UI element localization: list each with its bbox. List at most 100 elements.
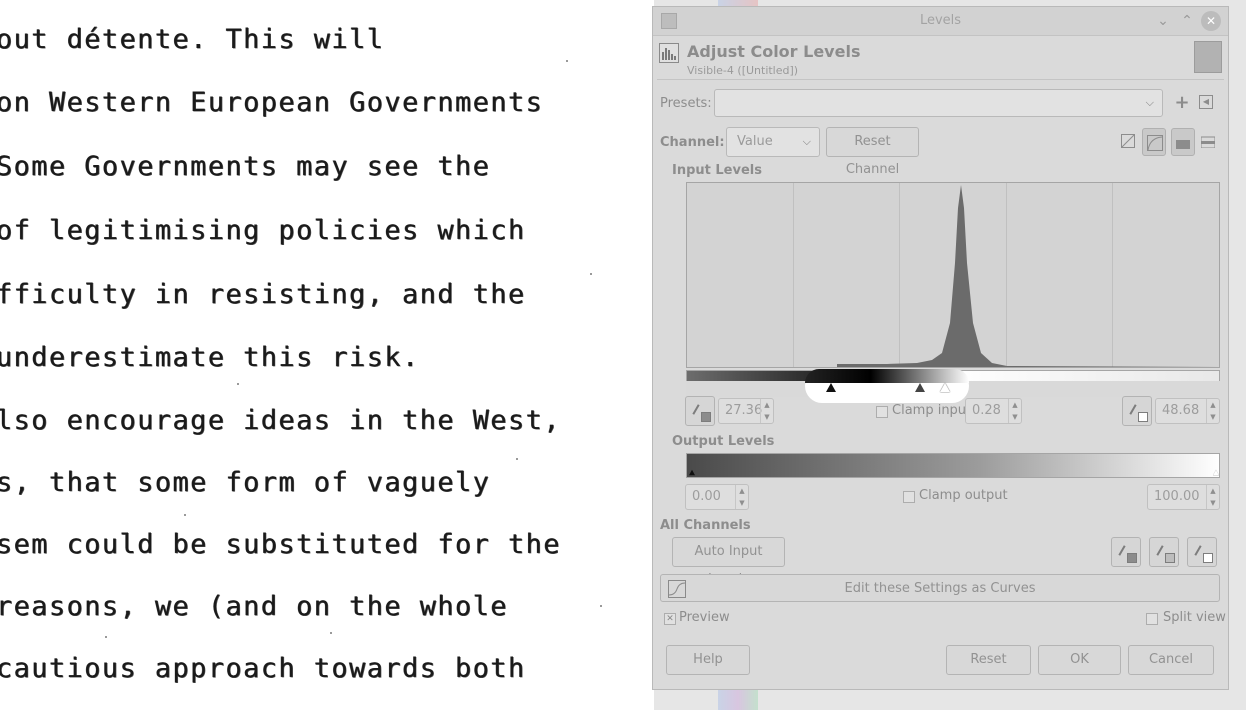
output-low-spinner[interactable]: 0.00 ▲ ▼ <box>685 484 749 510</box>
document-line: cautious approach towards both <box>0 653 526 684</box>
clamp-output-label: Clamp output <box>919 488 1008 503</box>
document-line: s, that some form of vaguely <box>0 467 491 498</box>
document-line: lso encourage ideas in the West, <box>0 405 561 436</box>
split-view-label: Split view <box>1163 610 1226 625</box>
input-low-value: 27.36 <box>725 403 763 418</box>
pick-black-point-button[interactable] <box>685 396 715 426</box>
scan-speck <box>330 632 332 634</box>
help-button[interactable]: Help <box>666 645 750 675</box>
scan-speck <box>566 60 568 62</box>
spinner-arrows-icon[interactable]: ▲ ▼ <box>760 399 773 423</box>
black-swatch-icon <box>701 412 711 422</box>
input-high-spinner[interactable]: 48.68 ▲ ▼ <box>1155 398 1220 424</box>
eyedropper-icon <box>1118 545 1126 556</box>
preview-label: Preview <box>679 610 730 625</box>
presets-label: Presets: <box>660 96 712 111</box>
spinner-arrows-icon[interactable]: ▲ ▼ <box>735 485 748 509</box>
ok-button[interactable]: OK <box>1038 645 1121 675</box>
eyedropper-icon <box>1194 545 1202 556</box>
eyedropper-icon <box>1156 545 1164 556</box>
input-gamma-handle[interactable] <box>915 383 925 392</box>
eyedropper-icon <box>692 404 700 415</box>
chevron-down-icon: ⌵ <box>1145 96 1154 109</box>
linear-histogram-icon[interactable] <box>1121 134 1135 148</box>
clamp-input-checkbox[interactable] <box>876 406 888 418</box>
presets-select[interactable]: ⌵ <box>714 89 1163 117</box>
output-gradient <box>686 453 1220 478</box>
input-gamma-value: 0.28 <box>972 403 1001 418</box>
document-line: underestimate this risk. <box>0 342 420 373</box>
cancel-button[interactable]: Cancel <box>1128 645 1214 675</box>
menu-arrow-icon[interactable]: ◀ <box>1199 95 1213 109</box>
divider <box>657 79 1224 80</box>
clamp-output-checkbox[interactable] <box>903 491 915 503</box>
split-view-checkbox[interactable] <box>1146 613 1158 625</box>
layer-preview-thumbnail <box>1194 41 1222 73</box>
channel-label: Channel: <box>660 135 725 150</box>
reset-button[interactable]: Reset <box>946 645 1031 675</box>
spinner-arrows-icon[interactable]: ▲ ▼ <box>1008 399 1021 423</box>
output-low-value: 0.00 <box>692 489 721 504</box>
eyedropper-icon <box>1129 404 1137 415</box>
document-line: reasons, we (and on the whole <box>0 591 509 622</box>
histogram <box>686 182 1220 368</box>
document-line: Some Governments may see the <box>0 151 491 182</box>
chevron-up-icon[interactable]: ⌃ <box>1177 11 1197 31</box>
chevron-down-icon: ⌵ <box>802 135 811 148</box>
channel-value: Value <box>737 134 773 149</box>
spinner-arrows-icon[interactable]: ▲ ▼ <box>1206 399 1219 423</box>
close-icon[interactable]: ✕ <box>1201 11 1221 31</box>
title-bar[interactable]: Levels ⌄ ⌃ ✕ <box>653 7 1228 36</box>
preview-checkbox[interactable]: ✕ <box>664 613 676 625</box>
spinner-arrows-icon[interactable]: ▲ ▼ <box>1206 485 1219 509</box>
scan-speck <box>237 383 239 385</box>
scan-speck <box>600 605 602 607</box>
dialog-heading: Adjust Color Levels <box>687 42 861 61</box>
input-gamma-spinner[interactable]: 0.28 ▲ ▼ <box>965 398 1022 424</box>
all-channels-label: All Channels <box>660 518 751 533</box>
histogram-view-icon[interactable] <box>1171 128 1195 156</box>
input-levels-label: Input Levels <box>672 163 762 178</box>
document-line: sem could be substituted for the <box>0 529 561 560</box>
output-high-spinner[interactable]: 100.00 ▲ ▼ <box>1147 484 1220 510</box>
pick-gray-point-button[interactable] <box>1149 537 1179 567</box>
input-high-handle[interactable] <box>940 383 950 392</box>
scan-speck <box>590 273 592 275</box>
auto-input-levels-button[interactable]: Auto Input Levels <box>672 537 785 587</box>
scan-speck <box>105 636 107 638</box>
white-swatch-icon <box>1203 553 1213 563</box>
scan-speck <box>184 514 186 516</box>
edit-as-curves-button[interactable]: Edit these Settings as Curves <box>660 574 1220 602</box>
levels-dialog: Levels ⌄ ⌃ ✕ Adjust Color Levels Visible… <box>652 6 1229 690</box>
output-high-handle[interactable] <box>1213 469 1219 476</box>
chevron-down-icon[interactable]: ⌄ <box>1153 11 1173 31</box>
pick-white-point-button[interactable] <box>1122 396 1152 426</box>
edit-as-curves-label: Edit these Settings as Curves <box>844 581 1036 596</box>
gray-swatch-icon <box>1165 553 1175 563</box>
plus-icon[interactable]: + <box>1174 94 1190 112</box>
input-slider-gradient <box>805 369 969 383</box>
dialog-subheading: Visible-4 ([Untitled]) <box>687 64 799 77</box>
document-line: out détente. This will <box>0 24 385 55</box>
document-line: of legitimising policies which <box>0 215 526 246</box>
input-high-value: 48.68 <box>1162 403 1200 418</box>
pick-white-point-button[interactable] <box>1187 537 1217 567</box>
document-line: on Western European Governments <box>0 87 544 118</box>
output-levels-label: Output Levels <box>672 434 775 449</box>
output-high-value: 100.00 <box>1154 489 1200 504</box>
pick-black-point-button[interactable] <box>1111 537 1141 567</box>
document-canvas: out détente. This will on Western Europe… <box>0 0 654 710</box>
channel-select[interactable]: Value ⌵ <box>726 127 820 157</box>
scan-speck <box>516 458 518 460</box>
clamp-input-label: Clamp input <box>892 403 972 418</box>
black-swatch-icon <box>1127 553 1137 563</box>
input-low-spinner[interactable]: 27.36 ▲ ▼ <box>718 398 774 424</box>
document-line: fficulty in resisting, and the <box>0 279 526 310</box>
input-low-handle[interactable] <box>826 383 836 392</box>
reset-channel-button[interactable]: Reset Channel <box>826 127 919 177</box>
log-histogram-icon[interactable] <box>1142 128 1166 156</box>
white-swatch-icon <box>1138 412 1148 422</box>
levels-icon <box>659 43 679 63</box>
histogram-alt-icon[interactable] <box>1200 134 1216 150</box>
output-low-handle[interactable] <box>689 469 695 476</box>
